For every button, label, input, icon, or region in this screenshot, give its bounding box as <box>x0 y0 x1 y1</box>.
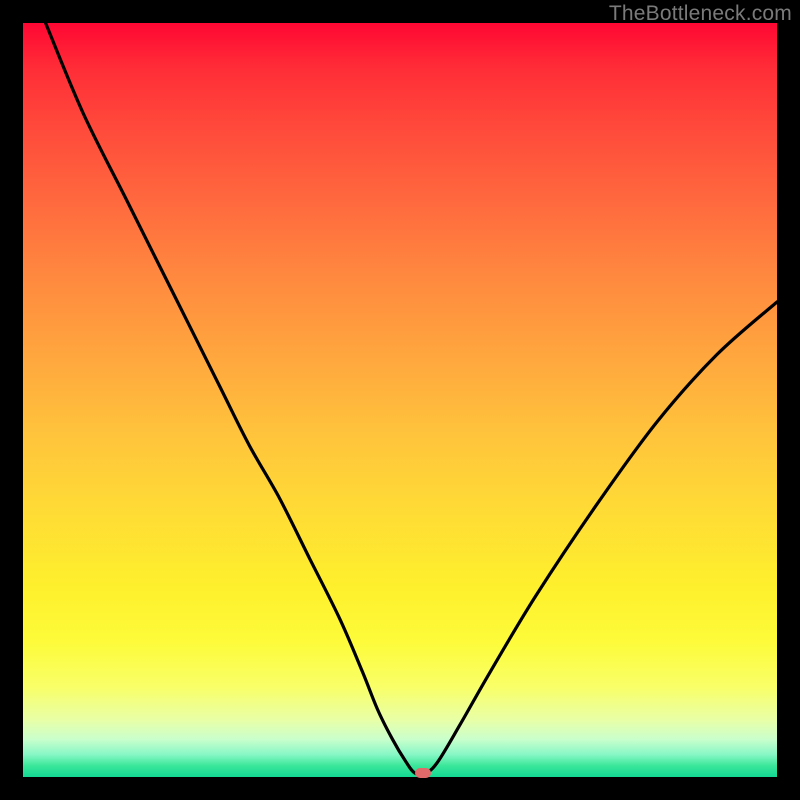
chart-plot-area <box>23 23 777 777</box>
optimal-point-marker <box>415 768 431 778</box>
watermark-text: TheBottleneck.com <box>609 2 792 26</box>
chart-frame: TheBottleneck.com <box>0 0 800 800</box>
bottleneck-curve <box>23 23 777 777</box>
